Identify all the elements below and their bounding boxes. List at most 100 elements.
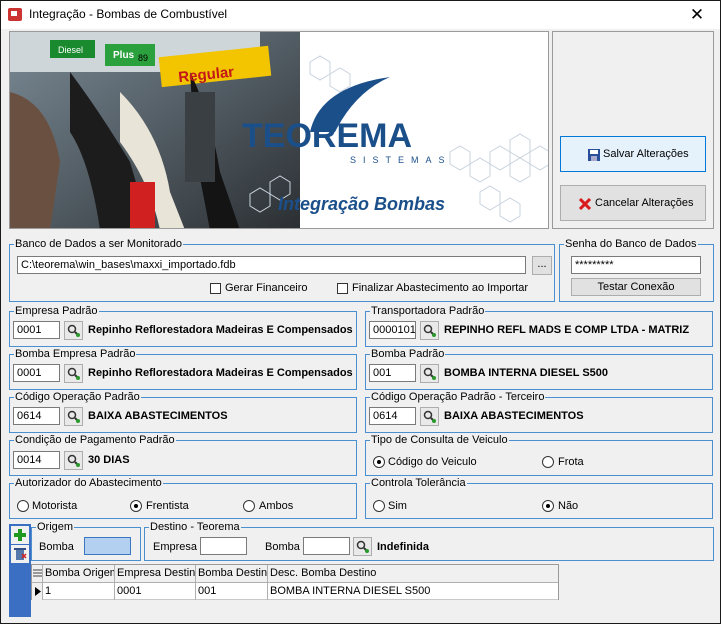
table-cell[interactable]: 0001	[115, 583, 196, 600]
grid-menu-icon	[33, 569, 42, 577]
search-icon	[423, 410, 436, 423]
transportadora-legend: Transportadora Padrão	[370, 305, 486, 317]
bomba-code-input[interactable]: 001	[369, 364, 416, 382]
add-icon	[14, 529, 26, 541]
browse-button[interactable]: ...	[532, 256, 552, 275]
save-icon	[588, 149, 600, 161]
autorizador-label-motorista: Motorista	[32, 500, 78, 512]
database-legend: Banco de Dados a ser Monitorado	[14, 238, 183, 250]
finalizar-abastecimento-label: Finalizar Abastecimento ao Importar	[352, 282, 529, 294]
banner-image: Diesel Plus 89 Regular TEOREMA SISTEMAS …	[9, 31, 549, 229]
destino-empresa-input[interactable]	[200, 537, 247, 555]
delete-button[interactable]	[11, 545, 29, 563]
tipo-consulta-label-frota: Frota	[558, 456, 584, 468]
bomba-search-button[interactable]	[420, 364, 439, 383]
pump-label-89: 89	[138, 53, 148, 63]
transportadora-search-button[interactable]	[420, 321, 439, 340]
table-cell[interactable]: 1	[43, 583, 115, 600]
side-toolbar	[9, 524, 31, 617]
codigo-operacao-legend: Código Operação Padrão	[14, 391, 141, 403]
autorizador-radio-ambos[interactable]	[243, 500, 255, 512]
bomba-empresa-search-button[interactable]	[64, 364, 83, 383]
tolerancia-radio-nao[interactable]	[542, 500, 554, 512]
window-title: Integração - Bombas de Combustível	[29, 7, 228, 21]
empresa-code-input[interactable]: 0001	[13, 321, 60, 339]
codigo-operacao-search-button[interactable]	[64, 407, 83, 426]
grid-header: Bomba Origem Empresa Destino Bomba Desti…	[32, 565, 558, 583]
autorizador-label-frentista: Frentista	[146, 500, 189, 512]
codigo-operacao-description: BAIXA ABASTECIMENTOS	[88, 410, 228, 422]
transportadora-description: REPINHO REFL MADS E COMP LTDA - MATRIZ	[444, 324, 690, 336]
save-button[interactable]: Salvar Alterações	[560, 136, 706, 172]
mapping-grid[interactable]: Bomba Origem Empresa Destino Bomba Desti…	[31, 564, 559, 600]
codigo-operacao-terceiro-legend: Código Operação Padrão - Terceiro	[370, 391, 546, 403]
codigo-operacao-terceiro-search-button[interactable]	[420, 407, 439, 426]
search-icon	[423, 324, 436, 337]
database-group: Banco de Dados a ser Monitorado C:\teore…	[9, 238, 555, 302]
table-cell[interactable]: BOMBA INTERNA DIESEL S500	[268, 583, 559, 600]
condicao-pagamento-search-button[interactable]	[64, 451, 83, 470]
autorizador-radio-motorista[interactable]	[17, 500, 29, 512]
origem-bomba-label: Bomba	[39, 541, 74, 553]
delete-icon	[14, 548, 27, 560]
codigo-operacao-terceiro-code-input[interactable]: 0614	[369, 407, 416, 425]
tolerancia-label-sim: Sim	[388, 500, 407, 512]
pump-label-plus: Plus	[113, 50, 135, 61]
password-legend: Senha do Banco de Dados	[564, 238, 698, 250]
logo-text: TEOREMA	[242, 117, 412, 155]
empresa-group: Empresa Padrão 0001 Repinho Reflorestado…	[9, 305, 357, 347]
logo-subtext: SISTEMAS	[350, 155, 452, 165]
bomba-legend: Bomba Padrão	[370, 348, 446, 360]
origem-legend: Origem	[36, 521, 75, 533]
bomba-description: BOMBA INTERNA DIESEL S500	[444, 367, 609, 379]
save-label: Salvar Alterações	[603, 148, 689, 160]
codigo-operacao-code-input[interactable]: 0614	[13, 407, 60, 425]
banner-caption: Integração Bombas	[278, 194, 445, 214]
grid-column-header[interactable]: Empresa Destino	[115, 565, 196, 582]
tolerancia-radio-sim[interactable]	[373, 500, 385, 512]
transportadora-code-input[interactable]: 0000101	[369, 321, 416, 339]
origem-bomba-input[interactable]	[84, 537, 131, 555]
cancel-button[interactable]: Cancelar Alterações	[560, 185, 706, 221]
condicao-pagamento-code-input[interactable]: 0014	[13, 451, 60, 469]
test-connection-button[interactable]: Testar Conexão	[571, 278, 701, 296]
destino-bomba-input[interactable]	[303, 537, 350, 555]
gerar-financeiro-checkbox[interactable]	[210, 283, 221, 294]
codigo-operacao-terceiro-group: Código Operação Padrão - Terceiro 0614 B…	[365, 391, 713, 433]
grid-column-header[interactable]: Desc. Bomba Destino	[268, 565, 559, 582]
title-bar: Integração - Bombas de Combustível ✕	[1, 1, 720, 29]
cancel-label: Cancelar Alterações	[595, 197, 694, 209]
pump-label-diesel: Diesel	[58, 45, 83, 55]
banner-artwork: Diesel Plus 89 Regular TEOREMA SISTEMAS …	[10, 32, 548, 228]
bomba-empresa-code-input[interactable]: 0001	[13, 364, 60, 382]
action-panel: Salvar Alterações Cancelar Alterações	[552, 31, 714, 229]
search-icon	[67, 454, 80, 467]
empresa-search-button[interactable]	[64, 321, 83, 340]
cancel-icon	[579, 198, 591, 210]
transportadora-group: Transportadora Padrão 0000101 REPINHO RE…	[365, 305, 713, 347]
grid-column-header[interactable]: Bomba Origem	[43, 565, 115, 582]
tipo-consulta-radio-frota[interactable]	[542, 456, 554, 468]
condicao-pagamento-legend: Condição de Pagamento Padrão	[14, 434, 176, 446]
table-cell[interactable]: 001	[196, 583, 268, 600]
tipo-consulta-label-codigo: Código do Veiculo	[388, 456, 477, 468]
add-button[interactable]	[11, 526, 29, 544]
destino-bomba-description: Indefinida	[377, 541, 429, 553]
table-row[interactable]: 1 0001 001 BOMBA INTERNA DIESEL S500	[32, 583, 558, 600]
gerar-financeiro-label: Gerar Financeiro	[225, 282, 308, 294]
grid-column-header[interactable]: Bomba Destino	[196, 565, 268, 582]
finalizar-abastecimento-checkbox[interactable]	[337, 283, 348, 294]
bomba-empresa-group: Bomba Empresa Padrão 0001 Repinho Reflor…	[9, 348, 357, 390]
database-path-input[interactable]: C:\teorema\win_bases\maxxi_importado.fdb	[17, 256, 526, 274]
origem-group: Origem Bomba	[31, 521, 141, 561]
autorizador-label-ambos: Ambos	[259, 500, 294, 512]
empresa-description: Repinho Reflorestadora Madeiras E Compen…	[88, 324, 353, 336]
search-icon	[356, 540, 369, 553]
close-button[interactable]: ✕	[674, 1, 720, 29]
bomba-empresa-legend: Bomba Empresa Padrão	[14, 348, 137, 360]
password-input[interactable]: *********	[571, 256, 701, 274]
autorizador-radio-frentista[interactable]	[130, 500, 142, 512]
tipo-consulta-radio-codigo[interactable]	[373, 456, 385, 468]
tolerancia-legend: Controla Tolerância	[370, 477, 467, 489]
destino-bomba-search-button[interactable]	[353, 537, 372, 556]
